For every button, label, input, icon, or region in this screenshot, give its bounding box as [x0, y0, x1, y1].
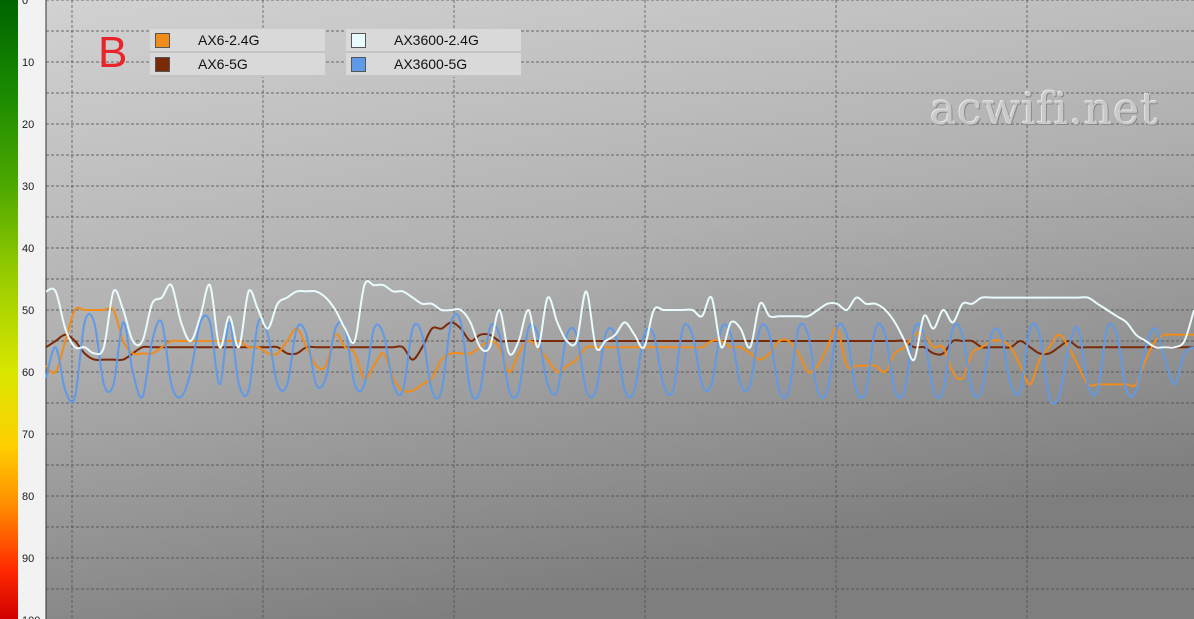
y-tick-label: 90: [22, 553, 34, 565]
legend-label: AX3600-5G: [394, 56, 468, 72]
legend-item-ax3600-5g: AX3600-5G: [346, 53, 521, 77]
legend-swatch: [351, 32, 366, 48]
legend-label: AX6-5G: [198, 56, 248, 72]
chart-badge: B: [98, 28, 128, 77]
legend-label: AX3600-2.4G: [394, 32, 479, 48]
legend-item-ax6-24g: AX6-2.4G: [150, 29, 325, 53]
y-tick-label: 10: [22, 57, 34, 69]
y-tick-label: 30: [22, 181, 34, 193]
y-tick-label: 100: [22, 615, 40, 619]
y-tick-label: 0: [22, 0, 28, 7]
y-tick-label: 40: [22, 243, 34, 255]
legend-item-ax3600-24g: AX3600-2.4G: [346, 29, 521, 53]
y-tick-label: 20: [22, 119, 34, 131]
watermark: acwifi.net: [930, 84, 1160, 135]
y-tick-label: 50: [22, 305, 34, 317]
y-tick-label: 80: [22, 491, 34, 503]
legend-swatch: [351, 56, 366, 72]
legend-swatch: [155, 56, 170, 72]
y-tick-label: 70: [22, 429, 34, 441]
legend-swatch: [155, 32, 170, 48]
chart-container: 0 10 20 30 40 50 60 70 80 90 100 B acwifi.net AX6-…: [0, 0, 1194, 619]
legend-item-ax6-5g: AX6-5G: [150, 53, 325, 77]
y-tick-label: 60: [22, 367, 34, 379]
legend-label: AX6-2.4G: [198, 32, 260, 48]
